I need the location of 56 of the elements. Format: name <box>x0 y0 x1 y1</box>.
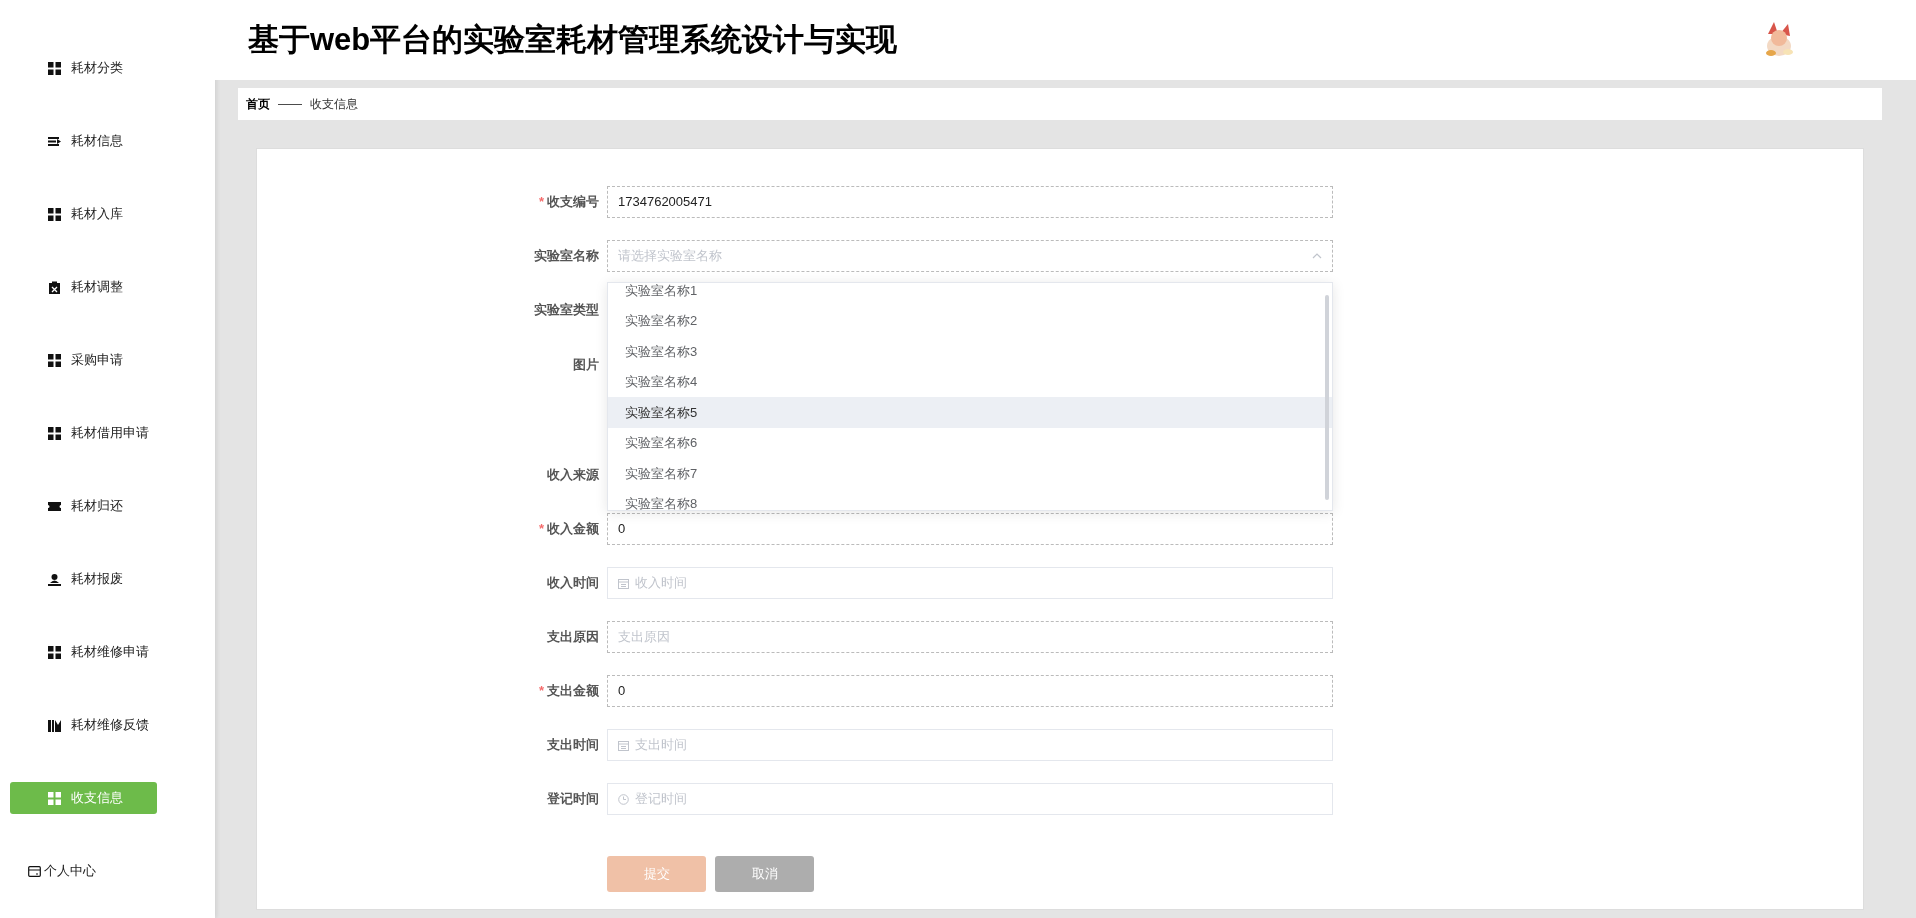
list-icon <box>48 134 61 148</box>
grid-icon <box>48 645 61 659</box>
field-label: 收入时间 <box>547 575 599 591</box>
required-mark: * <box>538 521 544 537</box>
field-label: 登记时间 <box>547 791 599 807</box>
field-label: 收入来源 <box>547 467 599 483</box>
sidebar-item[interactable]: 耗材借用申请 <box>10 417 157 449</box>
sidebar-item[interactable]: 耗材调整 <box>10 271 157 303</box>
dropdown-option[interactable]: 实验室名称2 <box>608 305 1332 336</box>
grid-icon <box>48 426 61 440</box>
dropdown-option[interactable]: 实验室名称5 <box>608 397 1332 428</box>
sidebar-item[interactable]: 耗材分类 <box>10 52 157 84</box>
person-icon <box>48 572 61 586</box>
grid-icon <box>48 353 61 367</box>
grid-icon <box>48 61 61 75</box>
field-label: 支出时间 <box>547 737 599 753</box>
dropdown-option[interactable]: 实验室名称3 <box>608 336 1332 367</box>
grid-icon <box>48 207 61 221</box>
dropdown-option[interactable]: 实验室名称7 <box>608 458 1332 489</box>
grid-icon <box>48 791 61 805</box>
dropdown-option[interactable]: 实验室名称6 <box>608 427 1332 458</box>
input-field[interactable]: 0 <box>607 513 1333 545</box>
sidebar-item[interactable]: 耗材归还 <box>10 490 157 522</box>
clock-icon <box>618 793 629 805</box>
required-mark: * <box>538 683 544 699</box>
calendar-icon <box>618 577 629 589</box>
field-label: 实验室名称 <box>534 248 599 264</box>
bars-icon <box>48 718 61 732</box>
sidebar-item[interactable]: 耗材维修反馈 <box>10 709 157 741</box>
sidebar-item[interactable]: 耗材入库 <box>10 198 157 230</box>
dropdown-option[interactable]: 实验室名称4 <box>608 366 1332 397</box>
card-icon <box>28 864 41 878</box>
field-label: 图片 <box>573 357 599 372</box>
input-field[interactable]: 0 <box>607 675 1333 707</box>
calendar-icon <box>618 739 629 751</box>
dropdown-option[interactable]: 实验室名称1 <box>608 283 1332 306</box>
breadcrumb-current: 收支信息 <box>310 96 358 113</box>
dropdown-option[interactable]: 实验室名称8 <box>608 488 1332 510</box>
breadcrumb-separator: —— <box>278 96 302 113</box>
clipboard-icon <box>48 280 61 294</box>
sidebar-item[interactable]: 耗材维修申请 <box>10 636 157 668</box>
field-label: 支出原因 <box>547 629 599 645</box>
sidebar-item[interactable]: 采购申请 <box>10 344 157 376</box>
sidebar-item[interactable]: 个人中心 <box>28 855 215 887</box>
required-mark: * <box>538 194 544 210</box>
field-label: 实验室类型 <box>534 302 599 318</box>
sidebar-item[interactable]: 耗材信息 <box>10 125 157 157</box>
input-field[interactable]: 1734762005471 <box>607 186 1333 218</box>
breadcrumb-home[interactable]: 首页 <box>246 95 270 113</box>
field-label: 支出金额 <box>547 683 599 699</box>
sidebar-item[interactable]: 耗材报废 <box>10 563 157 595</box>
field-label: 收支编号 <box>547 194 599 210</box>
scrollbar[interactable] <box>1325 295 1329 500</box>
field-label: 收入金额 <box>547 521 599 537</box>
ticket-icon <box>48 499 61 513</box>
page-title: 基于web平台的实验室耗材管理系统设计与实现 <box>248 20 898 59</box>
